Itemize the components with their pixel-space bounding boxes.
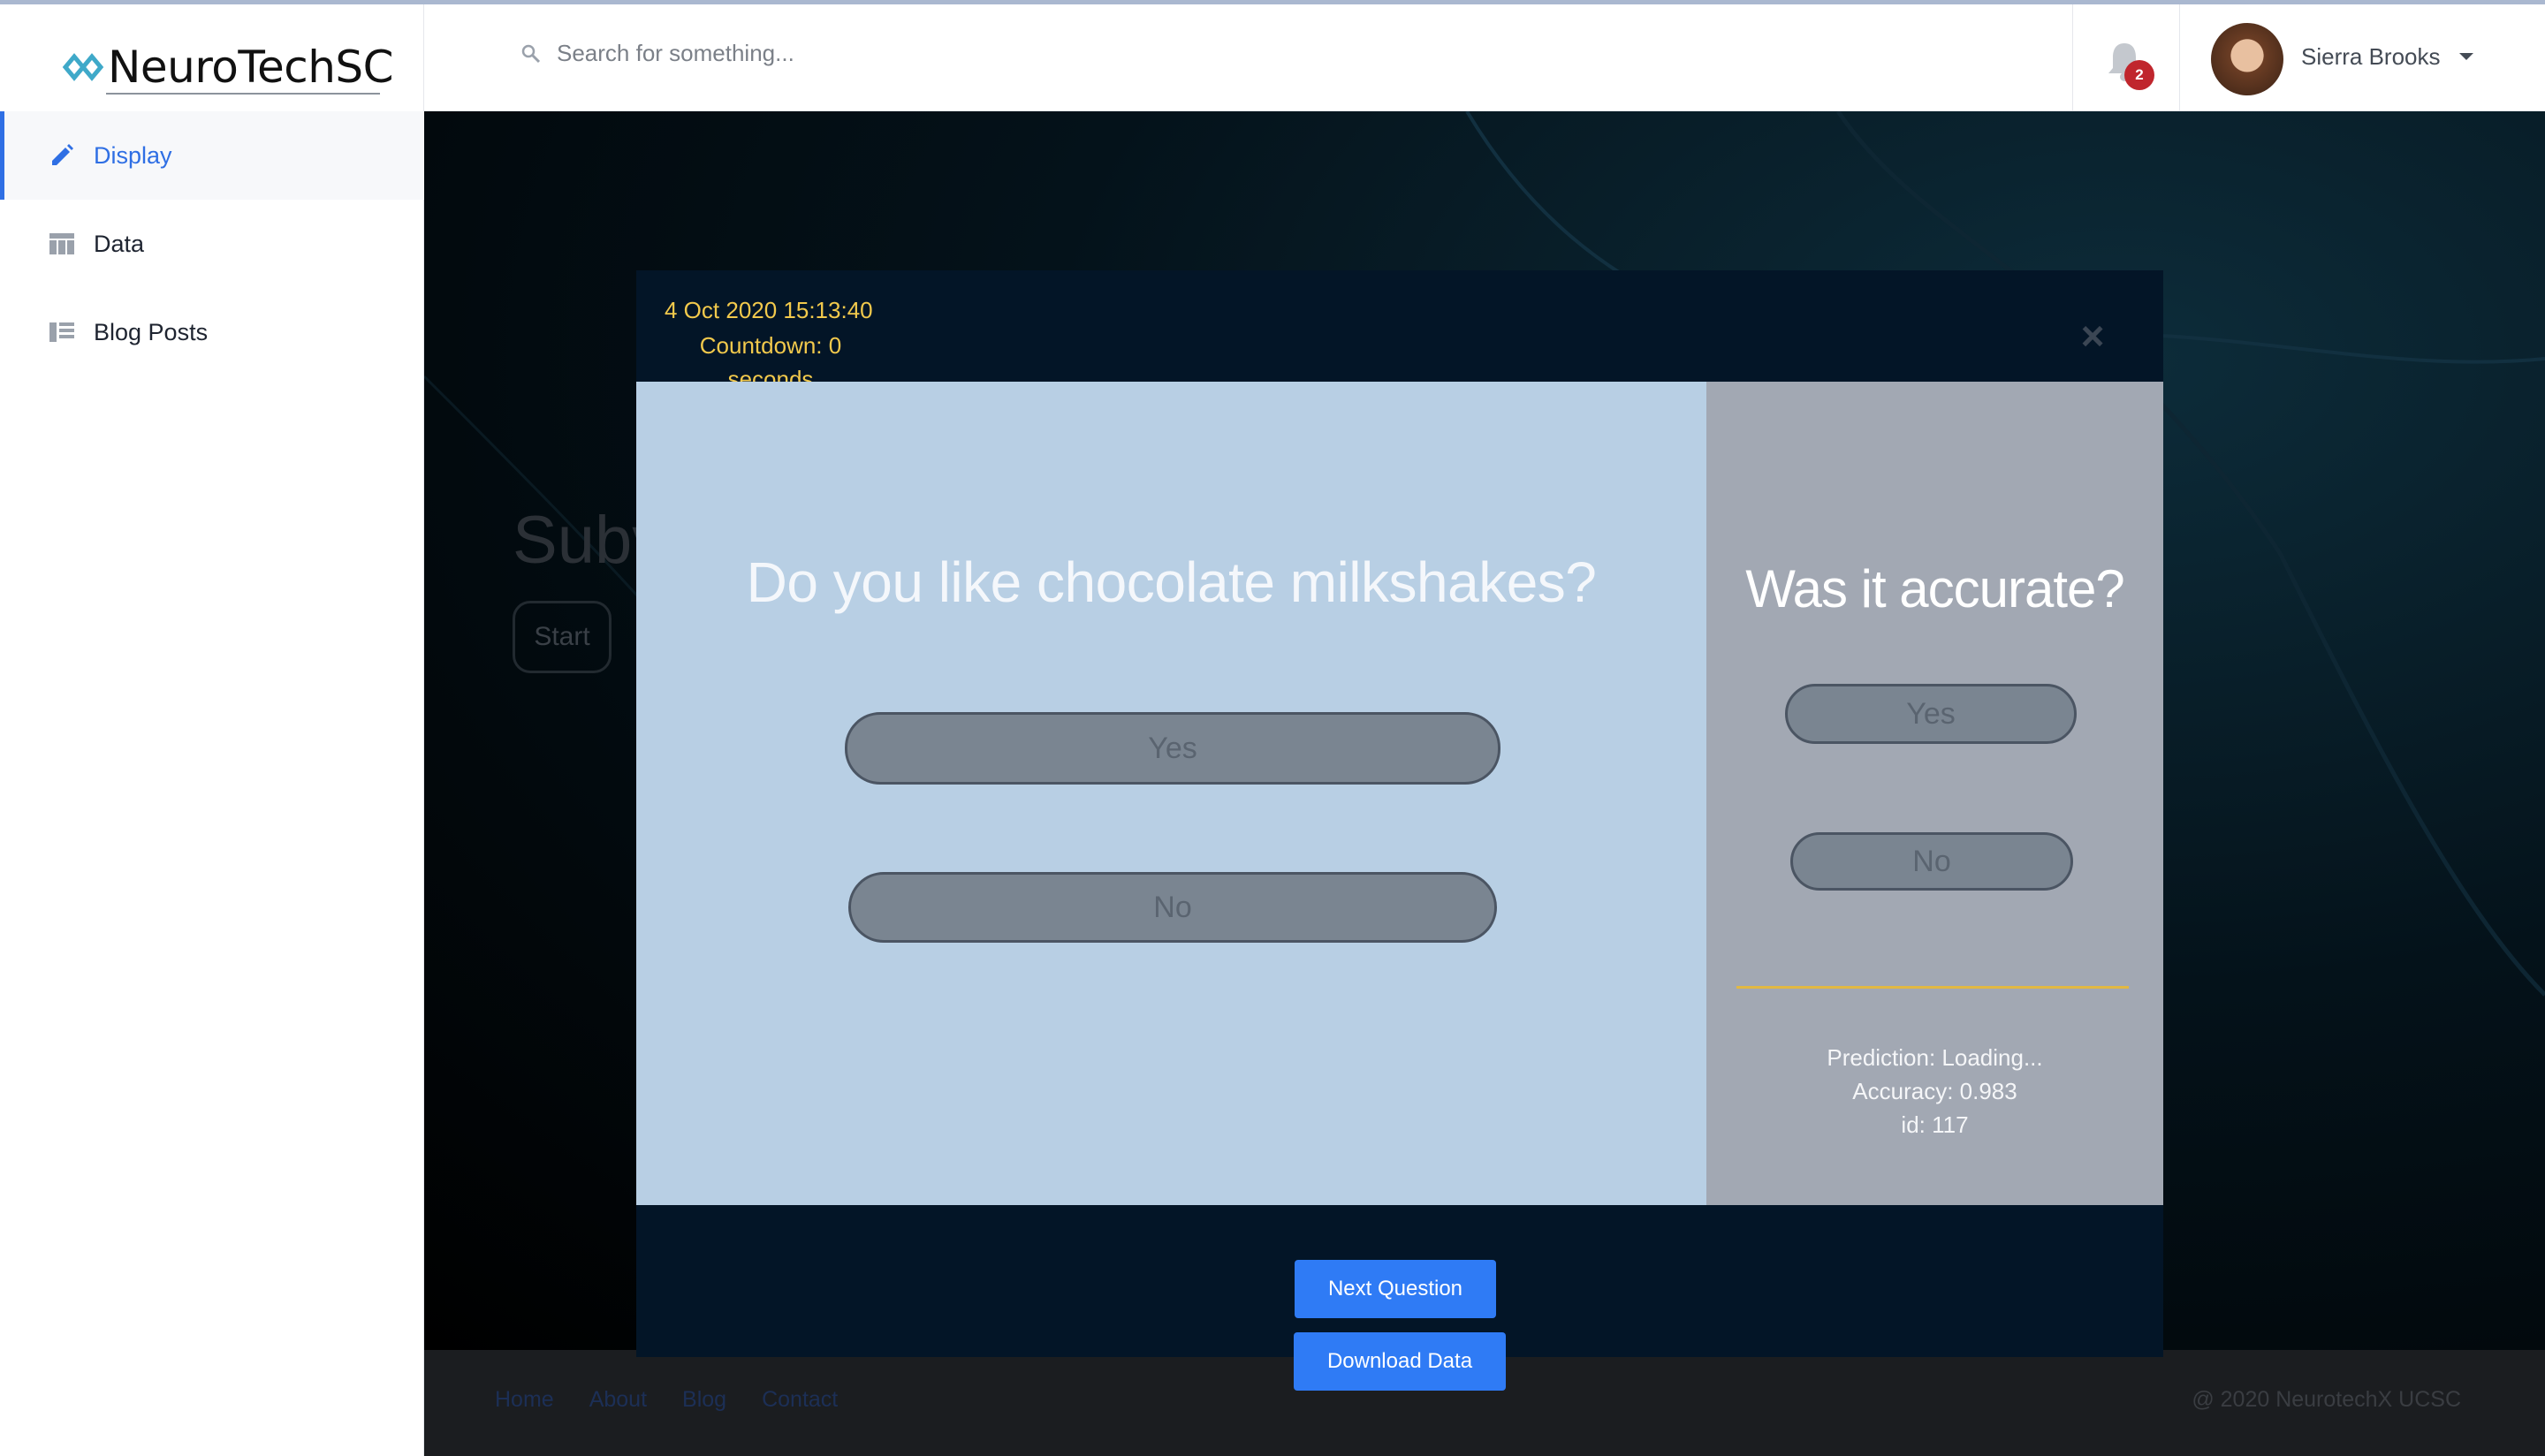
answer-no-button[interactable]: No [848,872,1497,943]
accuracy-title: Was it accurate? [1745,559,2125,618]
top-header: 2 Sierra Brooks [424,4,2545,111]
modal-header: 4 Oct 2020 15:13:40 Countdown: 0 seconds… [636,270,2163,382]
logo[interactable]: NeuroTechSC [62,34,394,100]
close-icon[interactable]: × [2075,315,2110,356]
header-divider [2179,4,2180,111]
pencil-icon [48,141,76,170]
accuracy-no-button[interactable]: No [1790,832,2073,891]
header-divider [2072,4,2073,111]
sidebar-item-display[interactable]: Display [0,111,424,200]
divider-line [1736,986,2129,989]
search-input[interactable] [557,40,1175,67]
question-text: Do you like chocolate milkshakes? [746,550,1597,614]
sidebar-item-label: Blog Posts [94,318,209,345]
list-icon [48,318,76,346]
table-icon [48,230,76,258]
user-name[interactable]: Sierra Brooks [2301,43,2441,71]
download-data-button[interactable]: Download Data [1294,1332,1506,1391]
chevron-down-icon[interactable] [2459,53,2473,60]
sidebar-nav: Display Data Blog Posts [0,111,424,376]
notification-badge: 2 [2124,60,2154,90]
start-button[interactable]: Start [513,601,612,673]
sidebar-item-data[interactable]: Data [0,200,424,288]
footer-link-home[interactable]: Home [495,1387,554,1413]
id-text: id: 117 [1901,1111,1969,1138]
sidebar: NeuroTechSC Display Data Blog Posts [0,4,424,1456]
countdown-display: Countdown: 0 [699,332,842,359]
app-name: NeuroTechSC [108,42,394,93]
prediction-text: Prediction: Loading... [1827,1044,2043,1071]
search-bar [521,40,1175,67]
datetime-display: 4 Oct 2020 15:13:40 [665,297,873,323]
sidebar-item-blog-posts[interactable]: Blog Posts [0,288,424,376]
next-question-button[interactable]: Next Question [1295,1260,1496,1318]
accuracy-yes-button[interactable]: Yes [1785,684,2077,744]
logo-icon [62,46,104,88]
logo-underline [106,93,380,95]
search-icon [521,44,541,64]
sidebar-item-label: Data [94,230,145,257]
footer-link-contact[interactable]: Contact [762,1387,838,1413]
footer-link-blog[interactable]: Blog [682,1387,726,1413]
question-panel: Do you like chocolate milkshakes? Yes No [636,382,1706,1205]
sidebar-item-label: Display [94,141,172,169]
footer-copyright: @ 2020 NeurotechX UCSC [2192,1387,2461,1412]
footer-link-about[interactable]: About [589,1387,647,1413]
question-modal: 4 Oct 2020 15:13:40 Countdown: 0 seconds… [636,270,2163,1357]
countdown-unit: seconds [727,366,814,382]
footer-links: Home About Blog Contact [495,1387,838,1413]
accuracy-panel: Was it accurate? Yes No Prediction: Load… [1706,382,2163,1205]
accuracy-text: Accuracy: 0.983 [1852,1078,2017,1104]
answer-yes-button[interactable]: Yes [845,712,1500,785]
avatar[interactable] [2211,23,2283,95]
